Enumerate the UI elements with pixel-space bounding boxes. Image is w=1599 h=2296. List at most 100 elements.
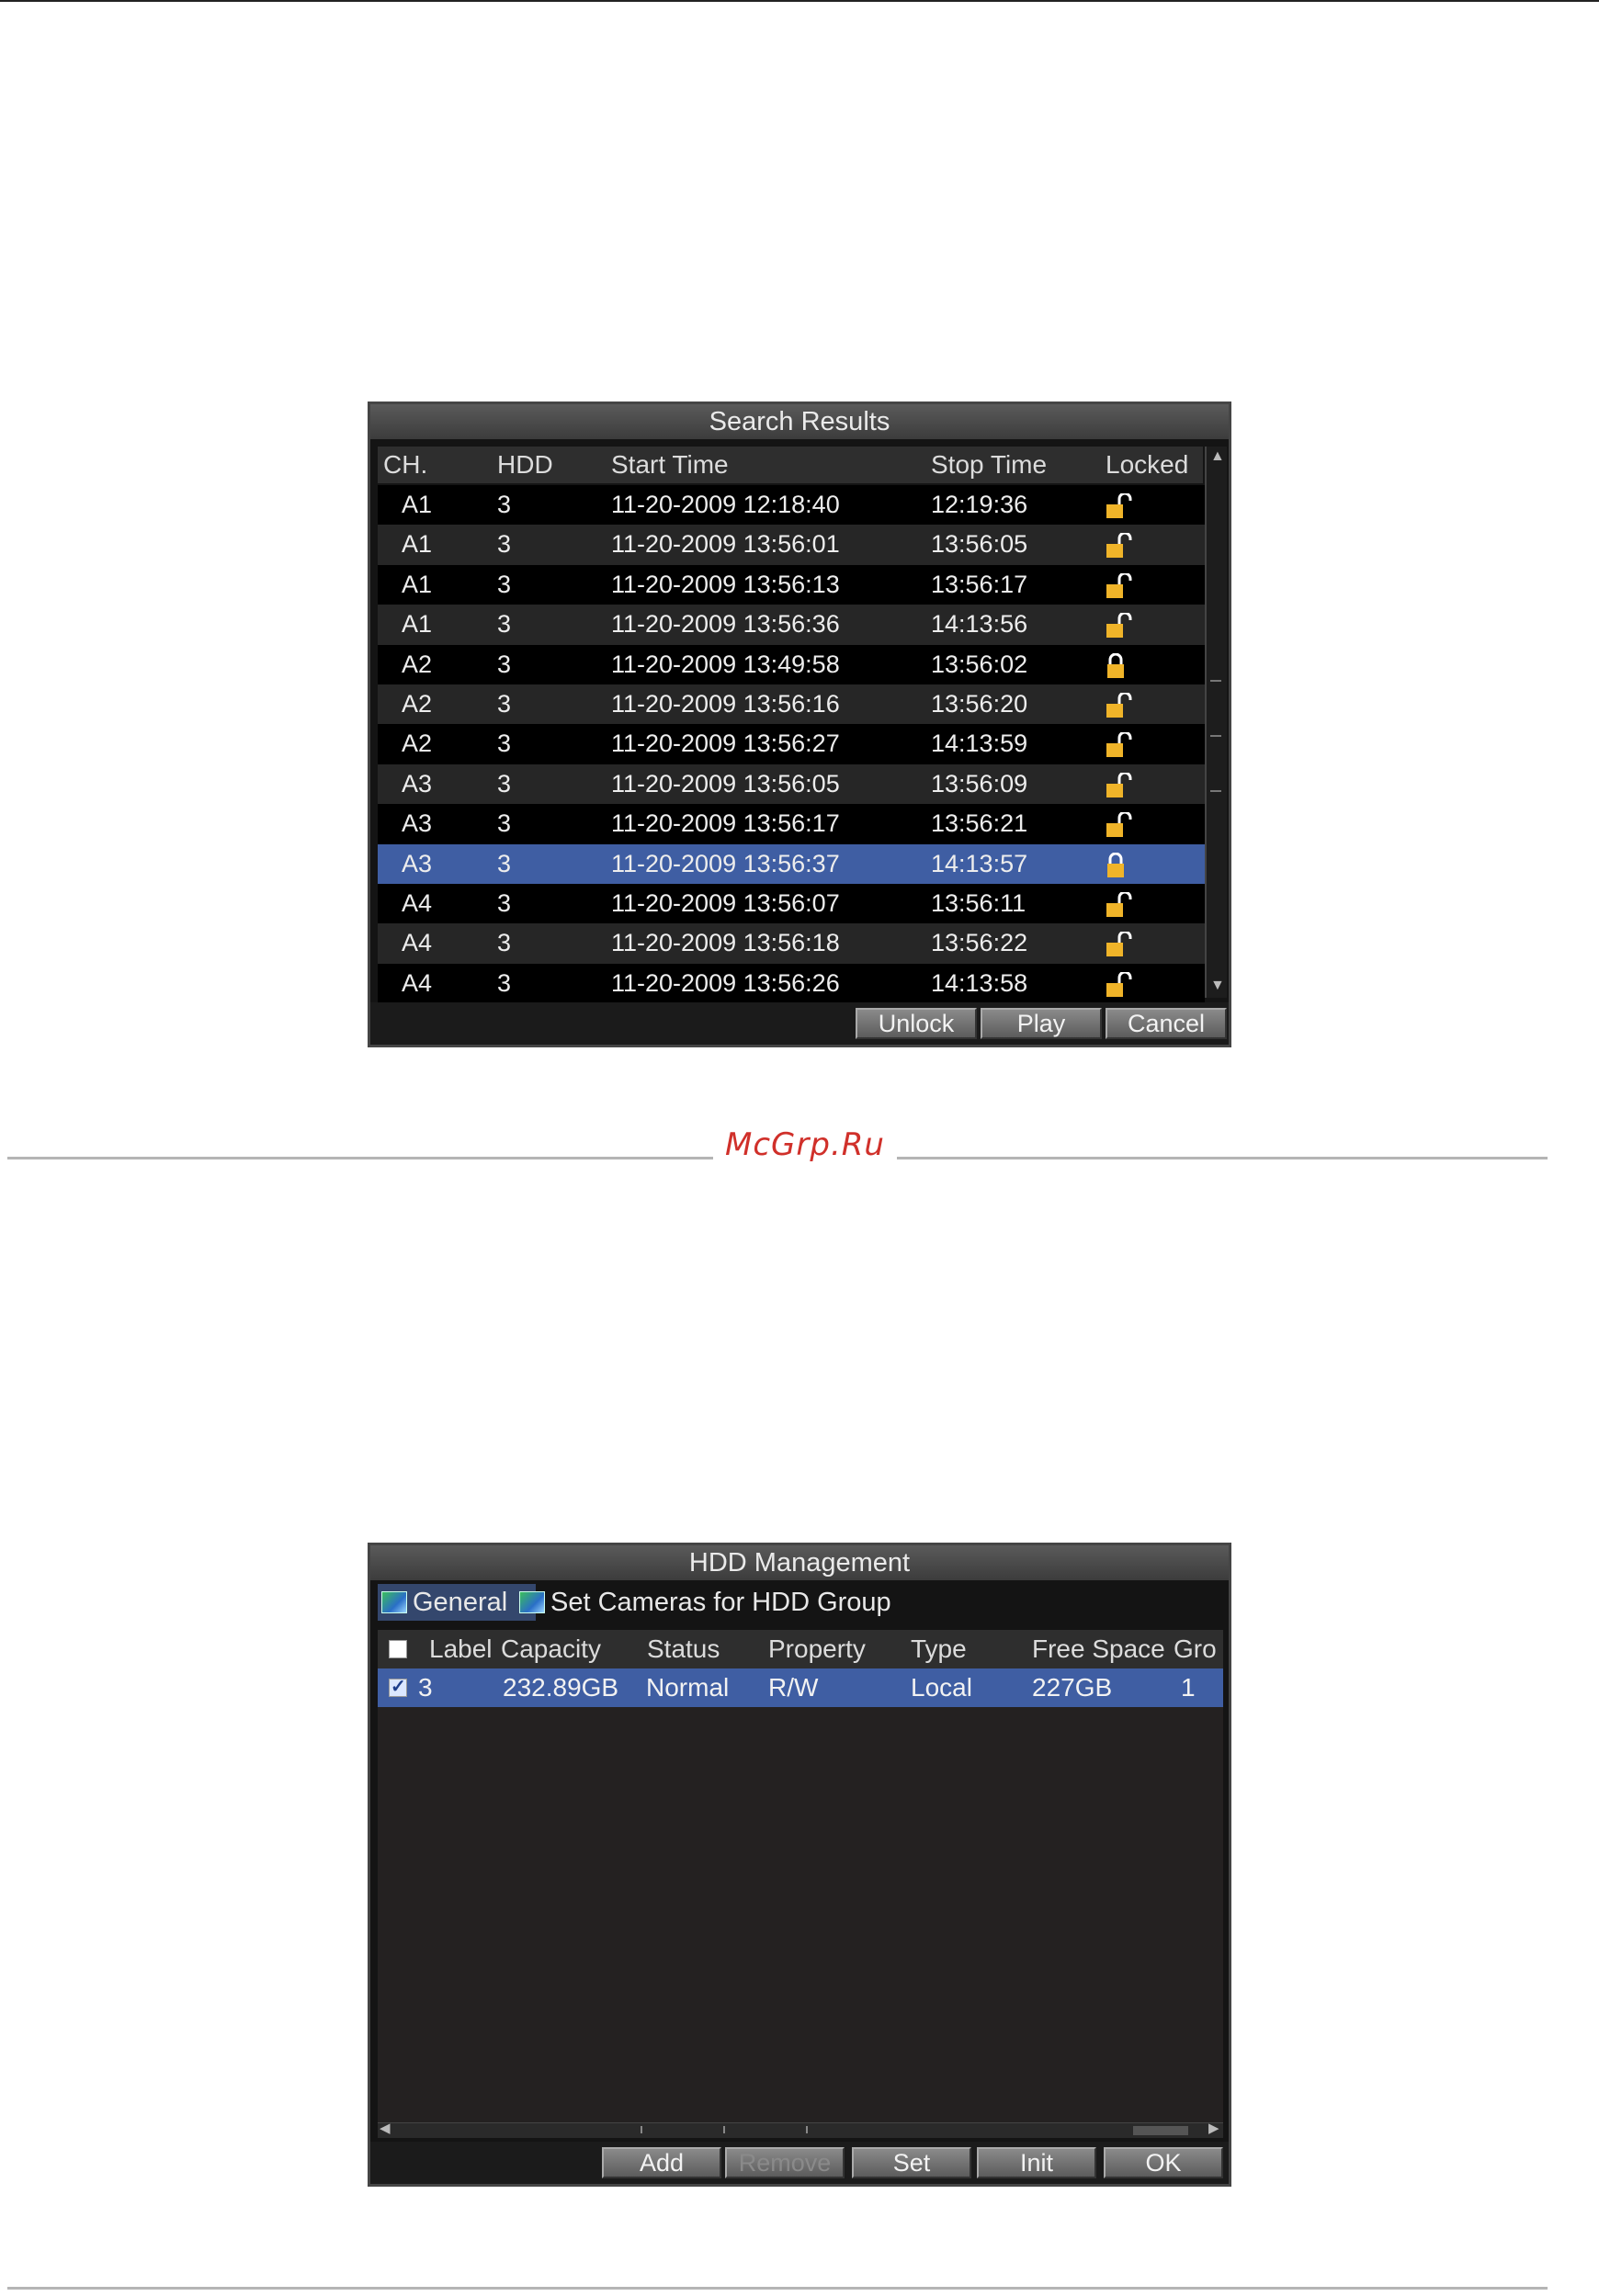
unlocked-icon[interactable]	[1106, 932, 1137, 957]
picture-icon	[381, 1591, 407, 1613]
cell-stop-time: 13:56:22	[931, 929, 1028, 957]
scroll-right-icon[interactable]: ▶	[1208, 2120, 1219, 2136]
disk-property: R/W	[768, 1673, 819, 1702]
cell-channel: A2	[402, 689, 433, 718]
cell-channel: A2	[402, 730, 433, 758]
unlocked-icon[interactable]	[1106, 891, 1137, 918]
column-header-ch[interactable]: CH.	[383, 447, 427, 483]
column-header-status[interactable]: Status	[647, 1630, 720, 1668]
unlocked-icon[interactable]	[1106, 493, 1137, 519]
select-all-checkbox[interactable]	[389, 1640, 407, 1658]
table-row[interactable]: A2 3 11-20-2009 13:49:58 13:56:02	[378, 644, 1205, 684]
tab-set-cameras[interactable]: Set Cameras for HDD Group	[516, 1584, 891, 1621]
scroll-up-icon[interactable]: ▲	[1210, 448, 1225, 465]
disk-capacity: 232.89GB	[503, 1673, 619, 1702]
cell-start-time: 11-20-2009 13:56:07	[611, 888, 840, 917]
column-header-type[interactable]: Type	[911, 1630, 967, 1668]
unlocked-icon[interactable]	[1106, 812, 1137, 838]
scroll-thumb[interactable]	[1133, 2126, 1188, 2135]
cell-stop-time: 14:13:58	[931, 968, 1028, 997]
cell-stop-time: 13:56:21	[931, 809, 1028, 838]
cell-hdd: 3	[497, 769, 512, 797]
unlocked-icon[interactable]	[1106, 613, 1137, 639]
table-row[interactable]: A1 3 11-20-2009 13:56:01 13:56:05	[378, 525, 1205, 565]
button-bar: Unlock Play Cancel	[370, 1002, 1229, 1045]
unlocked-icon[interactable]	[1106, 732, 1137, 758]
cell-stop-time: 14:13:56	[931, 610, 1028, 639]
cell-channel: A4	[402, 968, 433, 997]
cell-channel: A3	[402, 809, 433, 838]
tab-general[interactable]: General	[378, 1584, 536, 1621]
cell-channel: A4	[402, 888, 433, 917]
locked-icon[interactable]	[1106, 652, 1137, 679]
column-header-hdd[interactable]: HDD	[497, 447, 553, 483]
cell-channel: A4	[402, 929, 433, 957]
table-row[interactable]: A3 3 11-20-2009 13:56:37 14:13:57	[378, 843, 1205, 884]
disk-status: Normal	[646, 1673, 730, 1702]
cell-stop-time: 13:56:09	[931, 769, 1028, 797]
cancel-button[interactable]: Cancel	[1106, 1008, 1227, 1039]
column-header-property[interactable]: Property	[768, 1630, 866, 1668]
page-top-rule	[0, 0, 1599, 2]
table-row[interactable]: 3 232.89GB Normal R/W Local 227GB 1	[378, 1668, 1223, 1707]
add-button[interactable]: Add	[602, 2147, 721, 2178]
unlock-button[interactable]: Unlock	[856, 1008, 977, 1039]
ok-button[interactable]: OK	[1104, 2147, 1223, 2178]
cell-channel: A1	[402, 610, 433, 639]
cell-start-time: 11-20-2009 13:56:37	[611, 849, 840, 877]
table-row[interactable]: A4 3 11-20-2009 13:56:07 13:56:11	[378, 883, 1205, 924]
disk-label: 3	[418, 1673, 433, 1702]
locked-icon[interactable]	[1106, 852, 1137, 878]
remove-button[interactable]: Remove	[725, 2147, 845, 2178]
cell-stop-time: 14:13:59	[931, 730, 1028, 758]
horizontal-scrollbar[interactable]: ◀ ▶	[378, 2120, 1223, 2138]
page-bottom-rule	[7, 2287, 1548, 2290]
column-header-free-space[interactable]: Free Space	[1032, 1630, 1172, 1668]
table-empty-area	[378, 1707, 1223, 2133]
hdd-management-window: HDD Management General Set Cameras for H…	[368, 1543, 1231, 2187]
unlocked-icon[interactable]	[1106, 772, 1137, 798]
disk-type: Local	[911, 1673, 972, 1702]
watermark: McGrp.Ru	[713, 1126, 897, 1163]
disk-checkbox[interactable]	[389, 1675, 407, 1698]
play-button[interactable]: Play	[981, 1008, 1102, 1039]
cell-hdd: 3	[497, 968, 512, 997]
disk-free-space: 227GB	[1032, 1673, 1113, 1702]
cell-hdd: 3	[497, 849, 512, 877]
column-header-stop-time[interactable]: Stop Time	[931, 447, 1047, 483]
table-row[interactable]: A3 3 11-20-2009 13:56:17 13:56:21	[378, 804, 1205, 844]
cell-start-time: 11-20-2009 12:18:40	[611, 491, 840, 518]
cell-channel: A1	[402, 530, 433, 559]
set-button[interactable]: Set	[852, 2147, 971, 2178]
column-header-label[interactable]: Label	[429, 1630, 493, 1668]
tab-label: Set Cameras for HDD Group	[550, 1588, 891, 1617]
unlocked-icon[interactable]	[1106, 971, 1137, 998]
table-row[interactable]: A2 3 11-20-2009 13:56:27 14:13:59	[378, 724, 1205, 764]
table-row[interactable]: A2 3 11-20-2009 13:56:16 13:56:20	[378, 684, 1205, 725]
table-row[interactable]: A1 3 11-20-2009 13:56:36 14:13:56	[378, 605, 1205, 645]
table-row[interactable]: A1 3 11-20-2009 13:56:13 13:56:17	[378, 564, 1205, 605]
table-row[interactable]: A1 3 11-20-2009 12:18:40 12:19:36	[378, 485, 1205, 526]
column-header-capacity[interactable]: Capacity	[501, 1630, 601, 1668]
table-header: Label Capacity Status Property Type Free…	[378, 1630, 1223, 1668]
scroll-left-icon[interactable]: ◀	[380, 2120, 391, 2136]
cell-start-time: 11-20-2009 13:56:13	[611, 570, 840, 598]
table-row[interactable]: A3 3 11-20-2009 13:56:05 13:56:09	[378, 763, 1205, 805]
unlocked-icon[interactable]	[1106, 692, 1137, 718]
cell-channel: A1	[402, 570, 433, 598]
cell-start-time: 11-20-2009 13:56:26	[611, 968, 840, 997]
window-title: HDD Management	[370, 1545, 1229, 1580]
table-row[interactable]: A4 3 11-20-2009 13:56:18 13:56:22	[378, 923, 1205, 964]
column-header-group[interactable]: Gro	[1174, 1630, 1217, 1668]
cell-stop-time: 12:19:36	[931, 491, 1028, 518]
column-header-start-time[interactable]: Start Time	[611, 447, 729, 483]
scroll-down-icon[interactable]: ▼	[1210, 978, 1225, 994]
unlocked-icon[interactable]	[1106, 533, 1137, 559]
vertical-scrollbar[interactable]: ▲ ▼	[1205, 447, 1227, 998]
init-button[interactable]: Init	[977, 2147, 1096, 2178]
unlocked-icon[interactable]	[1106, 572, 1137, 599]
column-header-locked[interactable]: Locked	[1106, 447, 1188, 483]
table-row[interactable]: A4 3 11-20-2009 13:56:26 14:13:58	[378, 963, 1205, 1004]
cell-hdd: 3	[497, 689, 512, 718]
scroll-tick	[1210, 735, 1221, 737]
